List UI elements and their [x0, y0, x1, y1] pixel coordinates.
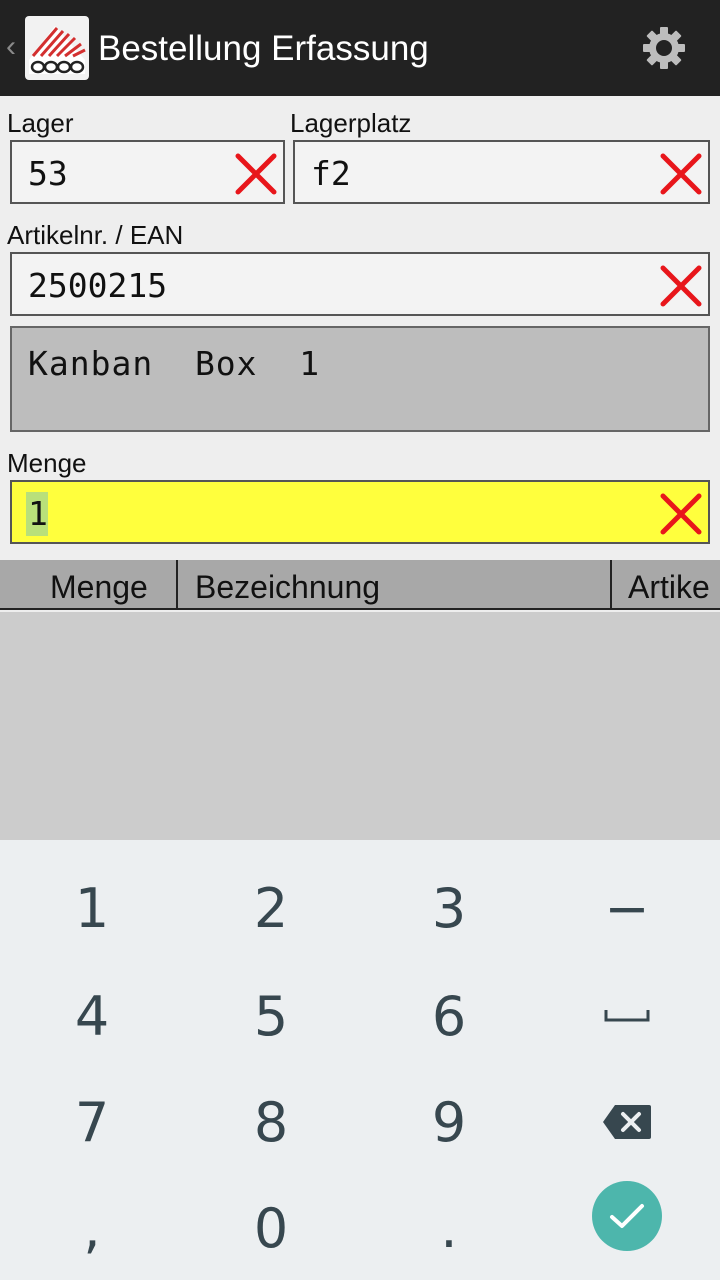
key-4[interactable]: 4: [2, 962, 182, 1070]
article-description: Kanban Box 1: [10, 326, 710, 432]
screen: ‹ Bestellung Erfassung Lager 53 Lagerpla…: [0, 0, 720, 1280]
key-2[interactable]: 2: [181, 854, 361, 962]
artikel-value: 2500215: [28, 266, 168, 305]
menge-value: 1: [28, 494, 48, 533]
checkmark-icon: [610, 1204, 644, 1228]
menge-input[interactable]: 1: [10, 480, 710, 544]
enter-button[interactable]: [592, 1181, 662, 1251]
column-divider: [176, 560, 178, 608]
key-0[interactable]: 0: [181, 1174, 361, 1280]
space-bar-icon: [604, 1010, 650, 1022]
clear-x-icon[interactable]: [234, 152, 278, 196]
gear-icon[interactable]: [640, 24, 688, 72]
lagerplatz-label: Lagerplatz: [290, 108, 412, 138]
lager-value: 53: [28, 154, 68, 193]
key-minus[interactable]: −: [537, 854, 717, 962]
back-caret-icon[interactable]: ‹: [6, 30, 16, 64]
key-comma[interactable]: ,: [2, 1174, 182, 1280]
clear-x-icon[interactable]: [659, 492, 703, 536]
key-3[interactable]: 3: [359, 854, 539, 962]
lagerplatz-input[interactable]: f2: [293, 140, 710, 204]
screen-title: Bestellung Erfassung: [98, 29, 429, 68]
artikel-label: Artikelnr. / EAN: [7, 220, 184, 250]
action-bar: ‹ Bestellung Erfassung: [0, 0, 720, 96]
table-header: Menge Bezeichnung Artike: [0, 560, 720, 610]
lager-input[interactable]: 53: [10, 140, 285, 204]
article-description-text: Kanban Box 1: [28, 344, 321, 383]
key-8[interactable]: 8: [181, 1068, 361, 1176]
app-logo-icon[interactable]: [25, 16, 89, 80]
lager-label: Lager: [7, 108, 74, 138]
key-space[interactable]: [537, 962, 717, 1070]
clear-x-icon[interactable]: [659, 152, 703, 196]
clear-x-icon[interactable]: [659, 264, 703, 308]
key-9[interactable]: 9: [359, 1068, 539, 1176]
menge-label: Menge: [7, 448, 87, 478]
lagerplatz-value: f2: [311, 154, 351, 193]
column-header-bezeichnung[interactable]: Bezeichnung: [195, 568, 380, 606]
key-7[interactable]: 7: [2, 1068, 182, 1176]
key-6[interactable]: 6: [359, 962, 539, 1070]
artikel-input[interactable]: 2500215: [10, 252, 710, 316]
numeric-keyboard: 1 2 3 − 4 5 6 7 8 9 , 0 .: [0, 840, 720, 1280]
key-backspace[interactable]: [537, 1068, 717, 1176]
backspace-icon: [603, 1105, 651, 1139]
key-period[interactable]: .: [359, 1174, 539, 1280]
order-list[interactable]: [0, 612, 720, 840]
column-header-artikel[interactable]: Artike: [628, 568, 710, 606]
key-1[interactable]: 1: [2, 854, 182, 962]
column-header-menge[interactable]: Menge: [50, 568, 148, 606]
key-enter[interactable]: [537, 1162, 717, 1270]
column-divider: [610, 560, 612, 608]
key-5[interactable]: 5: [181, 962, 361, 1070]
